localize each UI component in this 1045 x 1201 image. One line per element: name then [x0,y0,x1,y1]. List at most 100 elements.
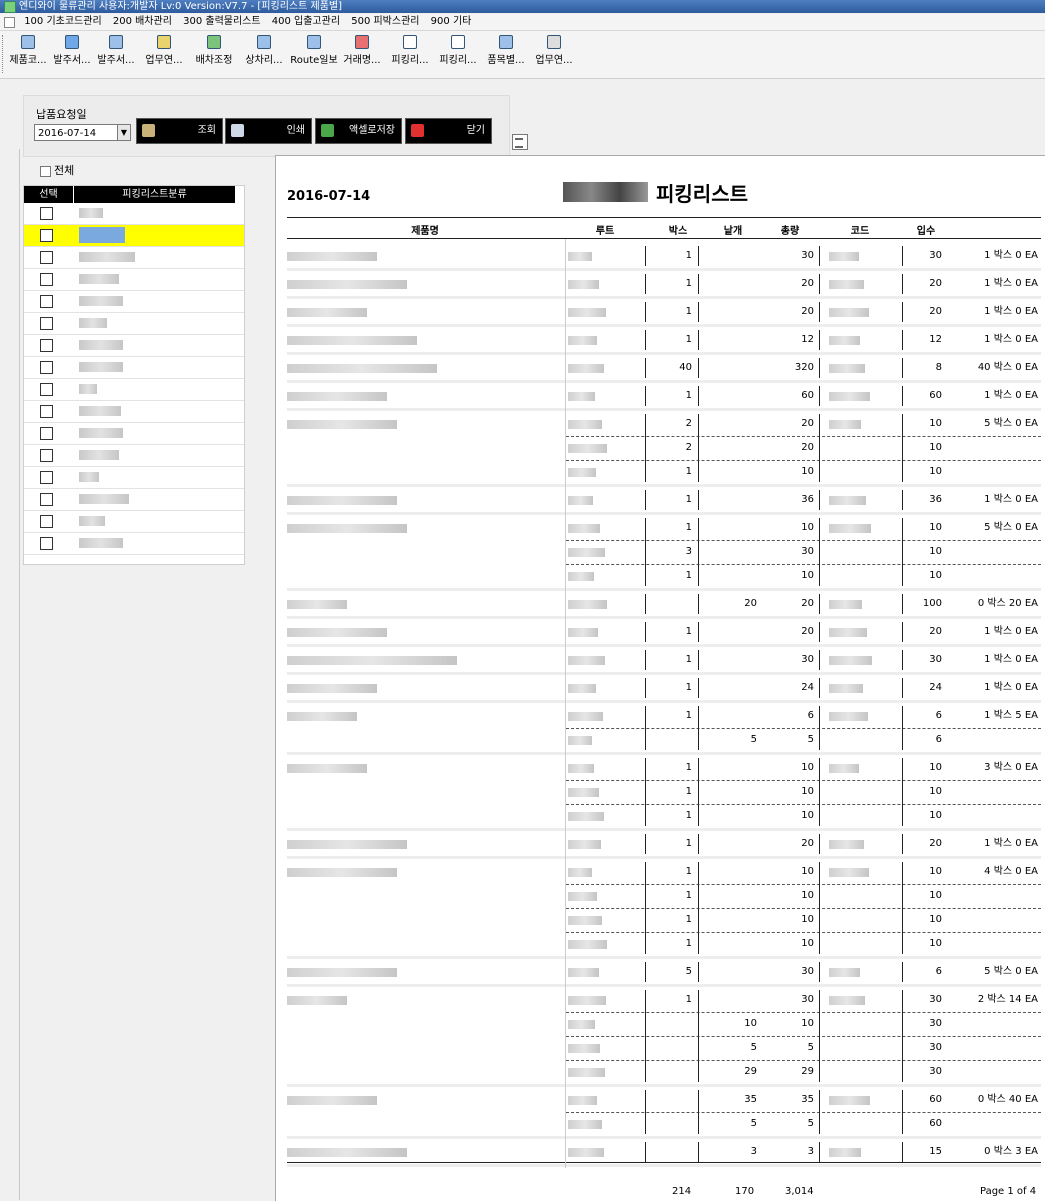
piece-count [713,625,757,639]
column-divider [819,678,820,698]
category-row[interactable] [24,203,244,225]
date-input[interactable]: 2016-07-14 [34,124,119,141]
row-checkbox[interactable] [40,317,53,330]
piece-count [713,681,757,695]
ipsu-count: 20 [929,626,942,637]
box-summary: 1 박스 0 EA [984,334,1038,345]
menu-item-dispatch[interactable]: 200 배차관리 [109,14,176,30]
category-row[interactable] [24,225,244,247]
row-checkbox[interactable] [40,449,53,462]
column-divider [819,990,820,1082]
column-divider [902,490,903,510]
category-row[interactable] [24,445,244,467]
category-row[interactable] [24,401,244,423]
total-count: 20 [801,306,814,317]
ipsu-count: 24 [929,682,942,693]
product-name-redacted [287,280,407,289]
row-checkbox[interactable] [40,383,53,396]
category-row[interactable] [24,467,244,489]
total-count: 30 [801,654,814,665]
check-all[interactable]: 전체 [40,162,74,178]
piece-count: 5 [750,1042,757,1053]
box-count: 1 [685,570,692,581]
row-checkbox[interactable] [40,339,53,352]
row-checkbox[interactable] [40,471,53,484]
column-divider [698,862,699,954]
column-divider [645,1090,646,1134]
menu-item-etc[interactable]: 900 기타 [427,14,476,30]
category-row[interactable] [24,335,244,357]
menu-item-pbox[interactable]: 500 피박스관리 [347,14,423,30]
toolbar-button-work-2[interactable]: 업무연... [530,35,578,66]
menu-item-printlist[interactable]: 300 출력물리스트 [179,14,264,30]
category-row[interactable] [24,423,244,445]
row-checkbox[interactable] [40,361,53,374]
invoice-icon [355,35,369,49]
toolbar-button-picking-2[interactable]: 피킹리... [434,35,482,66]
box-summary: 1 박스 0 EA [984,250,1038,261]
product-name-redacted [287,364,437,373]
column-divider [902,594,903,614]
row-checkbox[interactable] [40,427,53,440]
category-row[interactable] [24,379,244,401]
row-checkbox[interactable] [40,251,53,264]
code-redacted [829,252,859,261]
print-button[interactable]: 인쇄 [225,118,312,144]
toolbar-button-invoice[interactable]: 거래명... [338,35,386,66]
box-count: 1 [685,890,692,901]
menu-item-basecode[interactable]: 100 기초코드관리 [20,14,105,30]
close-button[interactable]: 닫기 [405,118,492,144]
category-row[interactable] [24,247,244,269]
row-checkbox[interactable] [40,515,53,528]
row-checkbox[interactable] [40,207,53,220]
column-divider [645,594,646,614]
ipsu-count: 30 [929,1066,942,1077]
row-checkbox[interactable] [40,273,53,286]
category-row[interactable] [24,357,244,379]
toolbar-button-product-code[interactable]: 제품코... [4,35,52,66]
toolbar-button-dispatch-adjust[interactable]: 배차조정 [190,35,238,66]
search-button[interactable]: 조회 [136,118,223,144]
excel-save-button[interactable]: 액셀로저장 [315,118,402,144]
toolbar-button-work-1[interactable]: 업무연... [140,35,188,66]
toolbar-button-route-report[interactable]: Route일보 [290,35,338,66]
row-checkbox[interactable] [40,295,53,308]
filter-panel: 납품요청일 2016-07-14 ▼ 조회 인쇄 액셀로저장 닫기 [23,95,510,157]
route-redacted [568,1148,604,1157]
category-row[interactable] [24,489,244,511]
group-separator [287,1084,1041,1087]
code-redacted [829,496,866,505]
row-checkbox[interactable] [40,405,53,418]
category-row[interactable] [24,511,244,533]
row-checkbox[interactable] [40,537,53,550]
toolbar-button-picking-1[interactable]: 피킹리... [386,35,434,66]
category-name-redacted [79,340,123,350]
piece-count [713,653,757,667]
product-name-redacted [287,308,367,317]
row-checkbox[interactable] [40,493,53,506]
mdi-document-icon[interactable] [4,17,15,28]
category-row[interactable] [24,533,244,555]
calculator-icon[interactable] [512,134,528,150]
toolbar-button-order-1[interactable]: 발주서... [48,35,96,66]
category-row[interactable] [24,291,244,313]
toolbar-button-loading-list[interactable]: 상차리... [240,35,288,66]
box-count [648,597,692,611]
menu-item-inout[interactable]: 400 입출고관리 [268,14,344,30]
category-row[interactable] [24,313,244,335]
column-divider [645,274,646,294]
toolbar-button-by-item[interactable]: 품목별... [482,35,530,66]
route-redacted [568,496,593,505]
toolbar-button-order-2[interactable]: 발주서... [92,35,140,66]
row-checkbox[interactable] [40,229,53,242]
product-name-redacted [287,840,407,849]
piece-count [713,993,757,1007]
chevron-down-icon[interactable]: ▼ [117,124,131,141]
route-redacted [568,684,596,693]
category-row[interactable] [24,269,244,291]
route-redacted [568,916,602,925]
total-count: 10 [801,786,814,797]
column-divider [902,302,903,322]
column-divider [819,1090,820,1134]
check-all-checkbox[interactable] [40,165,51,177]
